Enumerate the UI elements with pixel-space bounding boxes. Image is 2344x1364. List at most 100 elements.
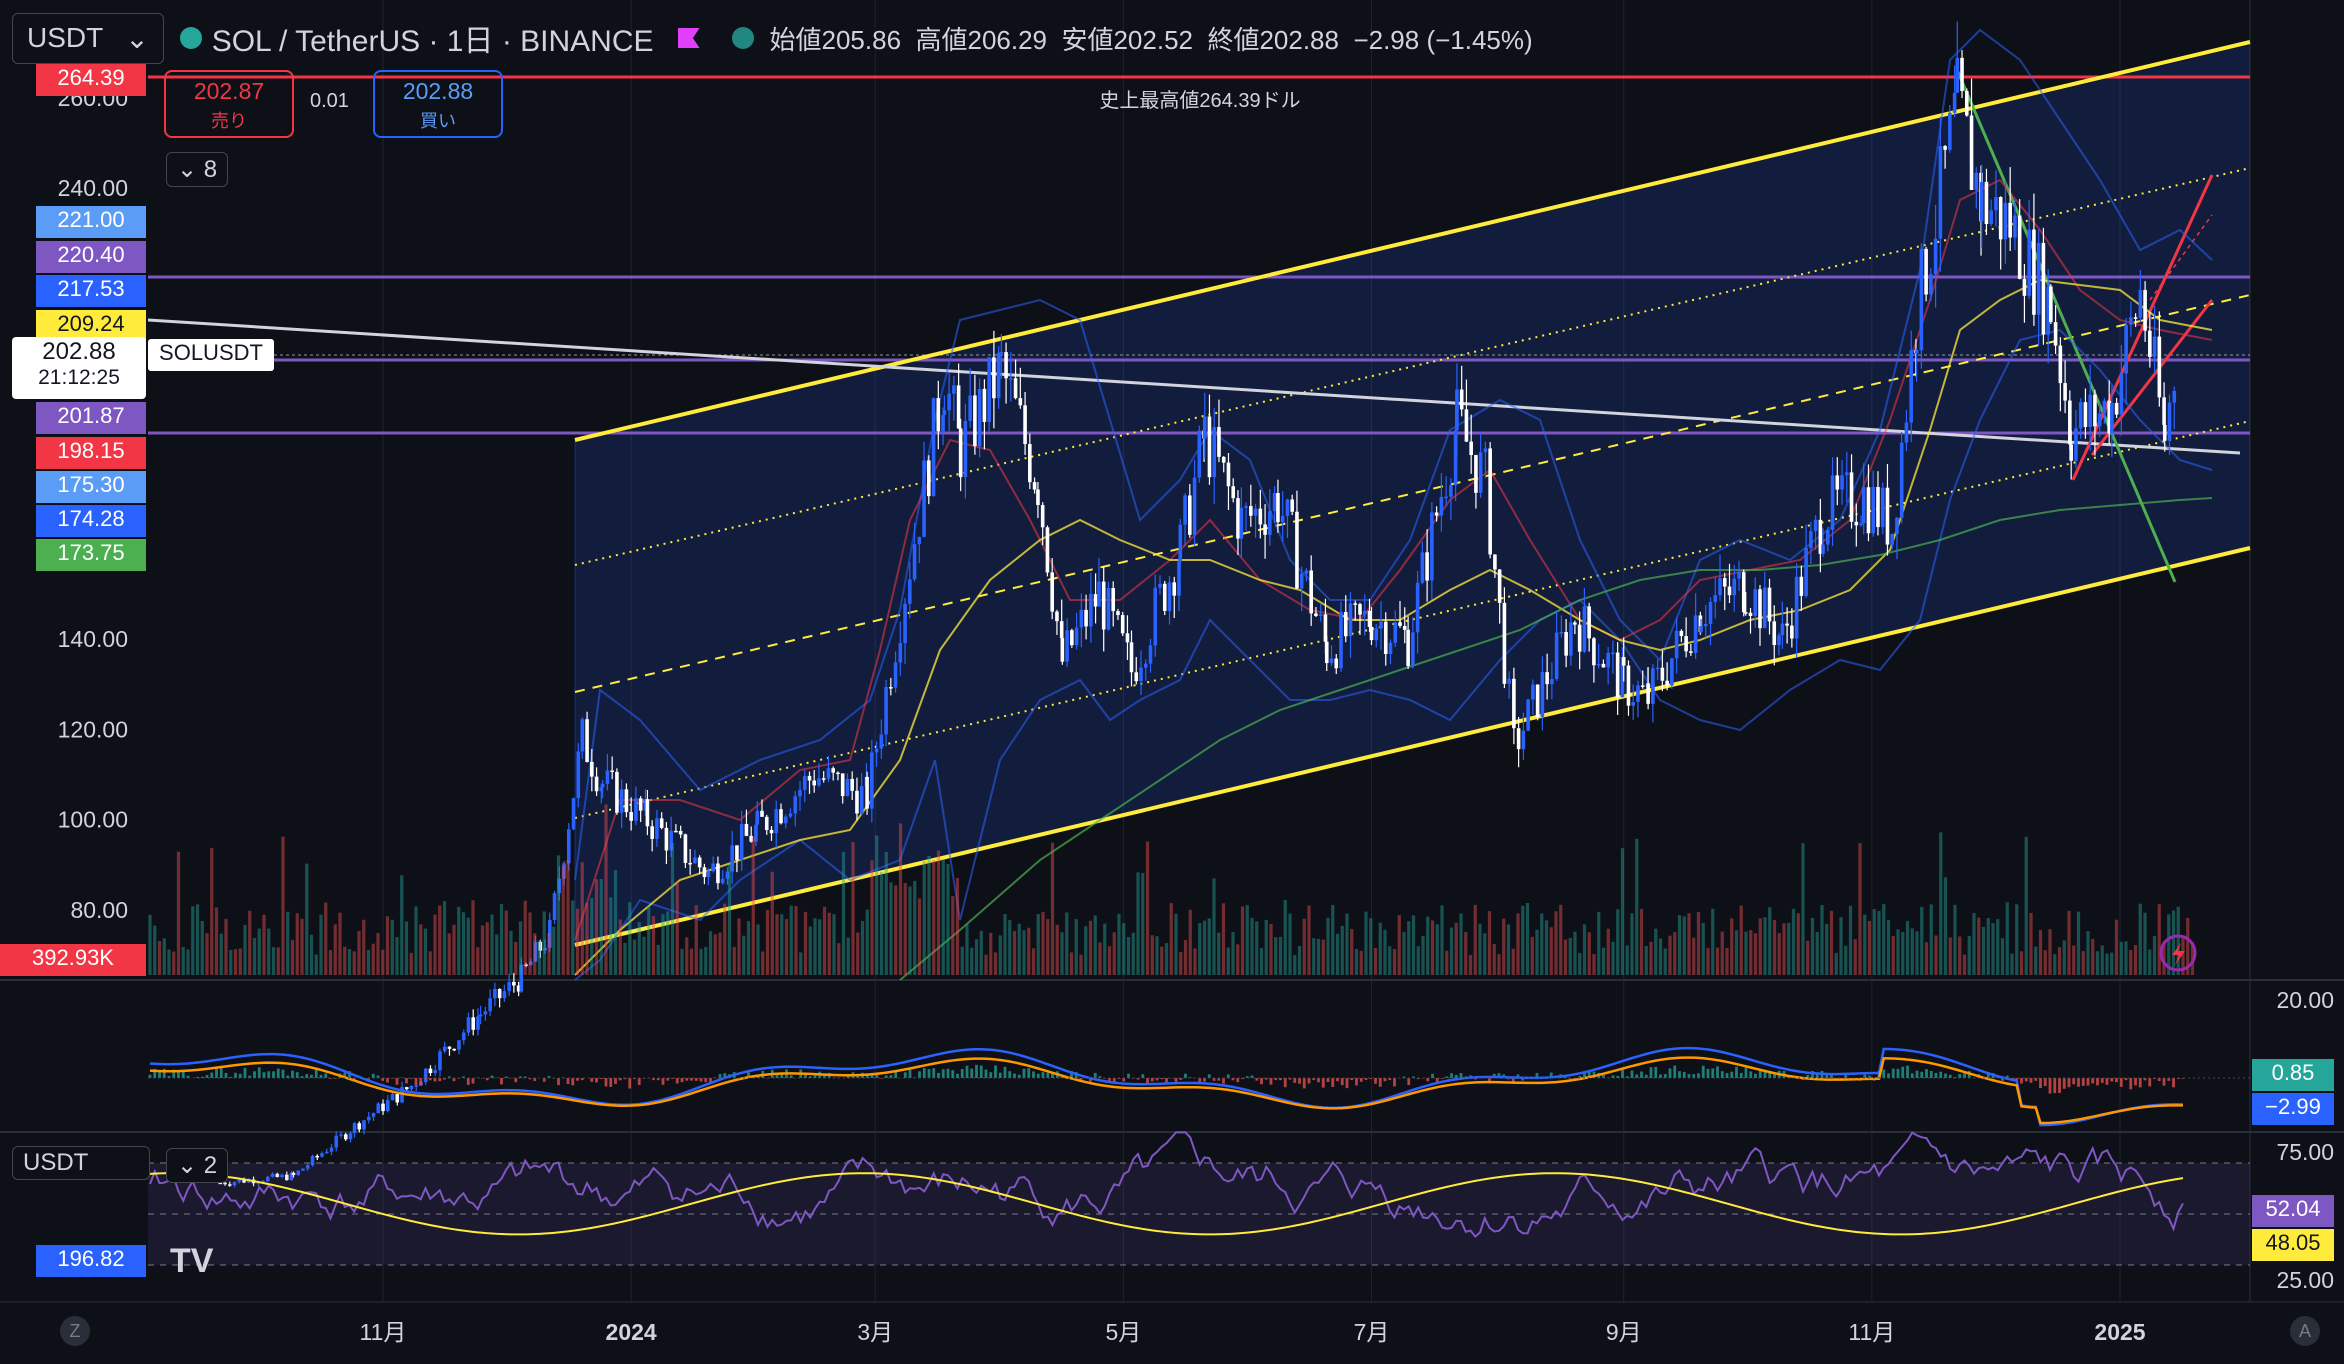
volume-bar bbox=[637, 922, 641, 975]
macd-histogram-bar bbox=[2024, 1078, 2028, 1082]
candle-body bbox=[1674, 630, 1679, 659]
volume-bar bbox=[1440, 905, 1444, 975]
volume-bar bbox=[685, 937, 689, 975]
macd-histogram-bar bbox=[1046, 1072, 1050, 1078]
macd-histogram-bar bbox=[2096, 1078, 2099, 1086]
candle-body bbox=[1876, 486, 1880, 528]
volume-bar bbox=[2114, 919, 2119, 975]
macd-histogram-bar bbox=[965, 1065, 969, 1078]
candle-body bbox=[963, 420, 968, 478]
candle-body bbox=[755, 810, 760, 825]
candle-body bbox=[836, 772, 840, 775]
candle-body bbox=[357, 1123, 362, 1130]
candle-body bbox=[1009, 378, 1013, 380]
macd-histogram-bar bbox=[1687, 1074, 1691, 1078]
time-axis-tick: 11月 bbox=[360, 1319, 407, 1345]
candle-body bbox=[461, 1032, 466, 1041]
buy-button[interactable]: 202.88 買い bbox=[373, 70, 503, 138]
volume-bar bbox=[751, 836, 755, 975]
timezone-icon[interactable]: Z bbox=[60, 1316, 90, 1346]
volume-bar bbox=[433, 914, 437, 975]
candle-body bbox=[466, 1017, 471, 1033]
symbol-title[interactable]: SOL / TetherUS · 1日 · BINANCE bbox=[179, 16, 754, 60]
candle-body bbox=[1713, 595, 1718, 602]
candle-body bbox=[1596, 663, 1601, 666]
price-axis-tick: 240.00 bbox=[58, 175, 128, 201]
volume-bar bbox=[851, 842, 855, 975]
candle-body bbox=[1880, 487, 1885, 528]
macd-pane[interactable] bbox=[148, 1046, 2185, 1127]
volume-bar bbox=[447, 933, 451, 975]
volume-bar bbox=[352, 951, 356, 975]
candle-body bbox=[2083, 402, 2088, 427]
volume-bar bbox=[556, 855, 561, 975]
volume-bar bbox=[1734, 930, 1739, 975]
candle-body bbox=[1919, 248, 1924, 351]
candle-body bbox=[1631, 701, 1636, 706]
current-price-badge[interactable]: 202.88 21:12:25 bbox=[12, 337, 146, 399]
candle-body bbox=[1411, 632, 1415, 667]
volume-bar bbox=[547, 932, 551, 975]
sell-button[interactable]: 202.87 売り bbox=[164, 70, 294, 138]
candle-body bbox=[1550, 678, 1554, 685]
volume-bar bbox=[1255, 921, 1259, 975]
volume-bar bbox=[1240, 906, 1245, 975]
macd-histogram-bar bbox=[1431, 1073, 1434, 1078]
auto-scale-icon[interactable]: A bbox=[2290, 1316, 2320, 1346]
volume-bar bbox=[409, 952, 413, 975]
macd-histogram-bar bbox=[1141, 1074, 1145, 1078]
volume-bar bbox=[1331, 905, 1335, 975]
volume-bar bbox=[1934, 935, 1938, 975]
macd-histogram-bar bbox=[1706, 1068, 1710, 1078]
volume-bar bbox=[423, 928, 428, 975]
volume-bar bbox=[765, 909, 770, 975]
volume-bar bbox=[552, 926, 556, 975]
macd-histogram-bar bbox=[1364, 1078, 1368, 1080]
candle-body bbox=[428, 1068, 433, 1074]
symbol-name: SOL / TetherUS · 1日 · BINANCE bbox=[211, 25, 654, 58]
candle-body bbox=[1840, 475, 1844, 490]
candle-body bbox=[638, 798, 643, 811]
volume-bar bbox=[480, 925, 485, 975]
candle-body bbox=[1353, 603, 1358, 605]
volume-bar bbox=[1772, 920, 1777, 975]
volume-bar bbox=[875, 835, 879, 975]
candle-body bbox=[1535, 684, 1540, 717]
volume-bar bbox=[2019, 951, 2024, 975]
price-chart[interactable]: 260.00240.00140.00120.00100.0080.00 11月 2… bbox=[0, 0, 2344, 1364]
time-axis-tick: 7月 bbox=[1354, 1319, 1390, 1345]
macd-histogram-bar bbox=[409, 1078, 413, 1079]
volume-bar bbox=[1958, 936, 1962, 975]
volume-bar bbox=[176, 851, 181, 975]
volume-bar bbox=[979, 930, 983, 975]
time-axis[interactable]: 11月 2024 3月 5月 7月 9月 11月 2025 bbox=[360, 1319, 2146, 1345]
candle-body bbox=[1402, 625, 1407, 630]
candle-body bbox=[1974, 172, 1979, 190]
volume-bar bbox=[1397, 915, 1401, 975]
candle-body bbox=[720, 878, 725, 884]
indicator-toggle-main[interactable]: ⌄ 8 bbox=[166, 152, 229, 187]
candle-body bbox=[629, 812, 633, 821]
macd-histogram-bar bbox=[1207, 1074, 1211, 1078]
macd-histogram-bar bbox=[1663, 1074, 1667, 1078]
volume-bar bbox=[2024, 836, 2028, 975]
candle-body bbox=[1573, 622, 1577, 625]
volume-bar bbox=[1635, 838, 1639, 975]
candle-body bbox=[605, 770, 610, 784]
rsi-currency-selector[interactable]: USDT bbox=[12, 1146, 150, 1180]
candle-body bbox=[2013, 215, 2017, 238]
candle-body bbox=[987, 357, 991, 422]
volume-bar bbox=[2152, 935, 2157, 975]
volume-bar bbox=[167, 949, 171, 975]
candle-body bbox=[1226, 462, 1231, 487]
flag-icon[interactable] bbox=[677, 28, 700, 48]
volume-bar bbox=[1563, 939, 1568, 975]
indicator-toggle-rsi[interactable]: ⌄ 2 bbox=[166, 1148, 229, 1183]
volume-bar bbox=[490, 914, 494, 975]
volume-bar bbox=[889, 882, 893, 975]
volume-bar bbox=[1174, 913, 1178, 975]
candle-body bbox=[2093, 394, 2097, 427]
macd-histogram-bar bbox=[789, 1075, 793, 1078]
volume-bar bbox=[1264, 919, 1268, 975]
currency-selector[interactable]: USDT ⌄ bbox=[12, 12, 164, 64]
